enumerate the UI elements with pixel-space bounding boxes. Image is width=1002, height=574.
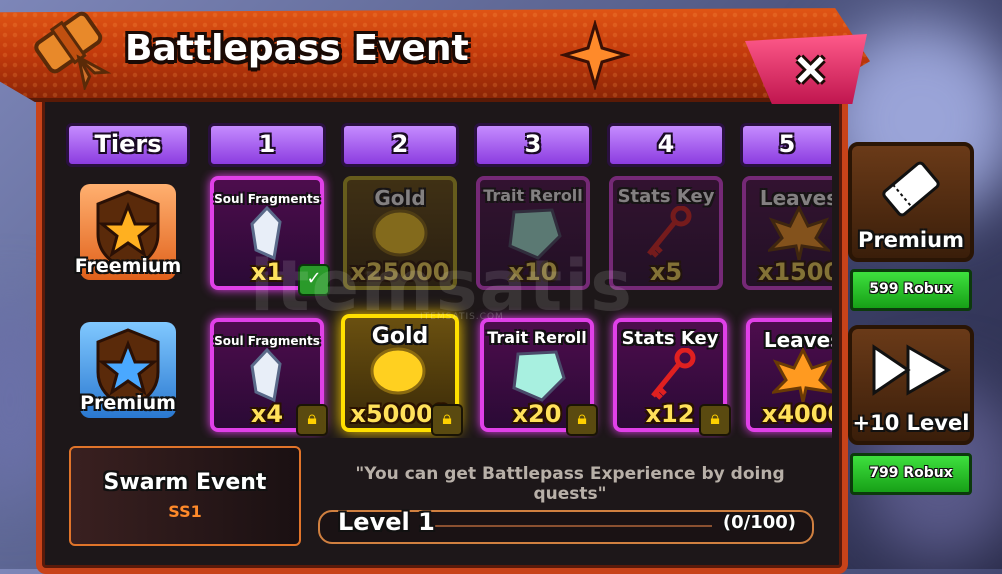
reward-name: Trait Reroll: [483, 186, 583, 205]
reward-card-premium-2[interactable]: Gold x50000 🔒︎: [341, 314, 463, 436]
lock-icon: 🔒︎: [566, 404, 598, 436]
swarm-event-button[interactable]: Swarm Event SS1: [69, 446, 301, 546]
reward-qty: x1500: [757, 258, 832, 286]
lock-icon: 🔒︎: [296, 404, 328, 436]
tier-header-4: 4: [607, 123, 725, 167]
crystal-icon: [250, 348, 282, 402]
scroll-icon: [34, 11, 112, 90]
progress-text: (0/100): [722, 512, 796, 533]
fast-forward-icon: [872, 344, 952, 396]
reward-card-premium-5[interactable]: Leaves x4000: [746, 318, 832, 432]
tier-header-1: 1: [208, 123, 326, 167]
freemium-row-label: Freemium: [74, 255, 182, 277]
key-icon: [647, 206, 692, 258]
leaf-icon: [772, 348, 832, 402]
reward-card-premium-3[interactable]: Trait Reroll x20 🔒︎: [480, 318, 598, 436]
level-progress-bar: Level 1 (0/100): [318, 508, 814, 544]
premium-pass-button[interactable]: Premium: [848, 142, 974, 262]
lock-icon: 🔒︎: [431, 404, 463, 436]
tier-header-3: 3: [474, 123, 592, 167]
event-subtitle: SS1: [168, 502, 202, 521]
reward-name: Soul Fragments: [214, 192, 320, 206]
event-title: Swarm Event: [103, 470, 267, 495]
reward-name: Stats Key: [621, 328, 719, 349]
tiers-label: Tiers: [66, 123, 190, 167]
reward-card-premium-4[interactable]: Stats Key x12 🔒︎: [613, 318, 731, 436]
premium-price-button[interactable]: 599 Robux: [850, 269, 972, 311]
star-ornament-icon: [560, 20, 630, 90]
rainbow-gem-icon: [512, 350, 566, 402]
reward-name: Trait Reroll: [487, 328, 587, 347]
progress-track: [432, 525, 712, 527]
watermark-sub: ITEMSATIS.COM: [420, 312, 504, 322]
level-price-button[interactable]: 799 Robux: [850, 453, 972, 495]
tier-header-2: 2: [341, 123, 459, 167]
reward-card-premium-1[interactable]: Soul Fragments x4 🔒︎: [210, 318, 328, 436]
hint-text: "You can get Battlepass Experience by do…: [355, 464, 785, 504]
gold-coin-icon: [370, 347, 426, 395]
level-skip-label: +10 Level: [852, 411, 970, 435]
close-icon: ✕: [793, 47, 829, 94]
key-icon: [651, 348, 696, 400]
reward-name: Stats Key: [617, 186, 715, 207]
reward-card-free-5[interactable]: Leaves x1500: [742, 176, 832, 290]
level-skip-button[interactable]: +10 Level: [848, 325, 974, 445]
leaf-icon: [768, 206, 830, 260]
premium-row-label: Premium: [80, 392, 176, 414]
tier-header-5: 5: [740, 123, 831, 167]
ticket-icon: [882, 161, 940, 217]
level-label: Level 1: [338, 508, 435, 536]
lock-icon: 🔒︎: [699, 404, 731, 436]
reward-qty: x4000: [761, 400, 832, 428]
reward-name: Soul Fragments: [214, 334, 320, 348]
page-title: Battlepass Event: [125, 28, 469, 69]
premium-pass-label: Premium: [858, 228, 964, 252]
